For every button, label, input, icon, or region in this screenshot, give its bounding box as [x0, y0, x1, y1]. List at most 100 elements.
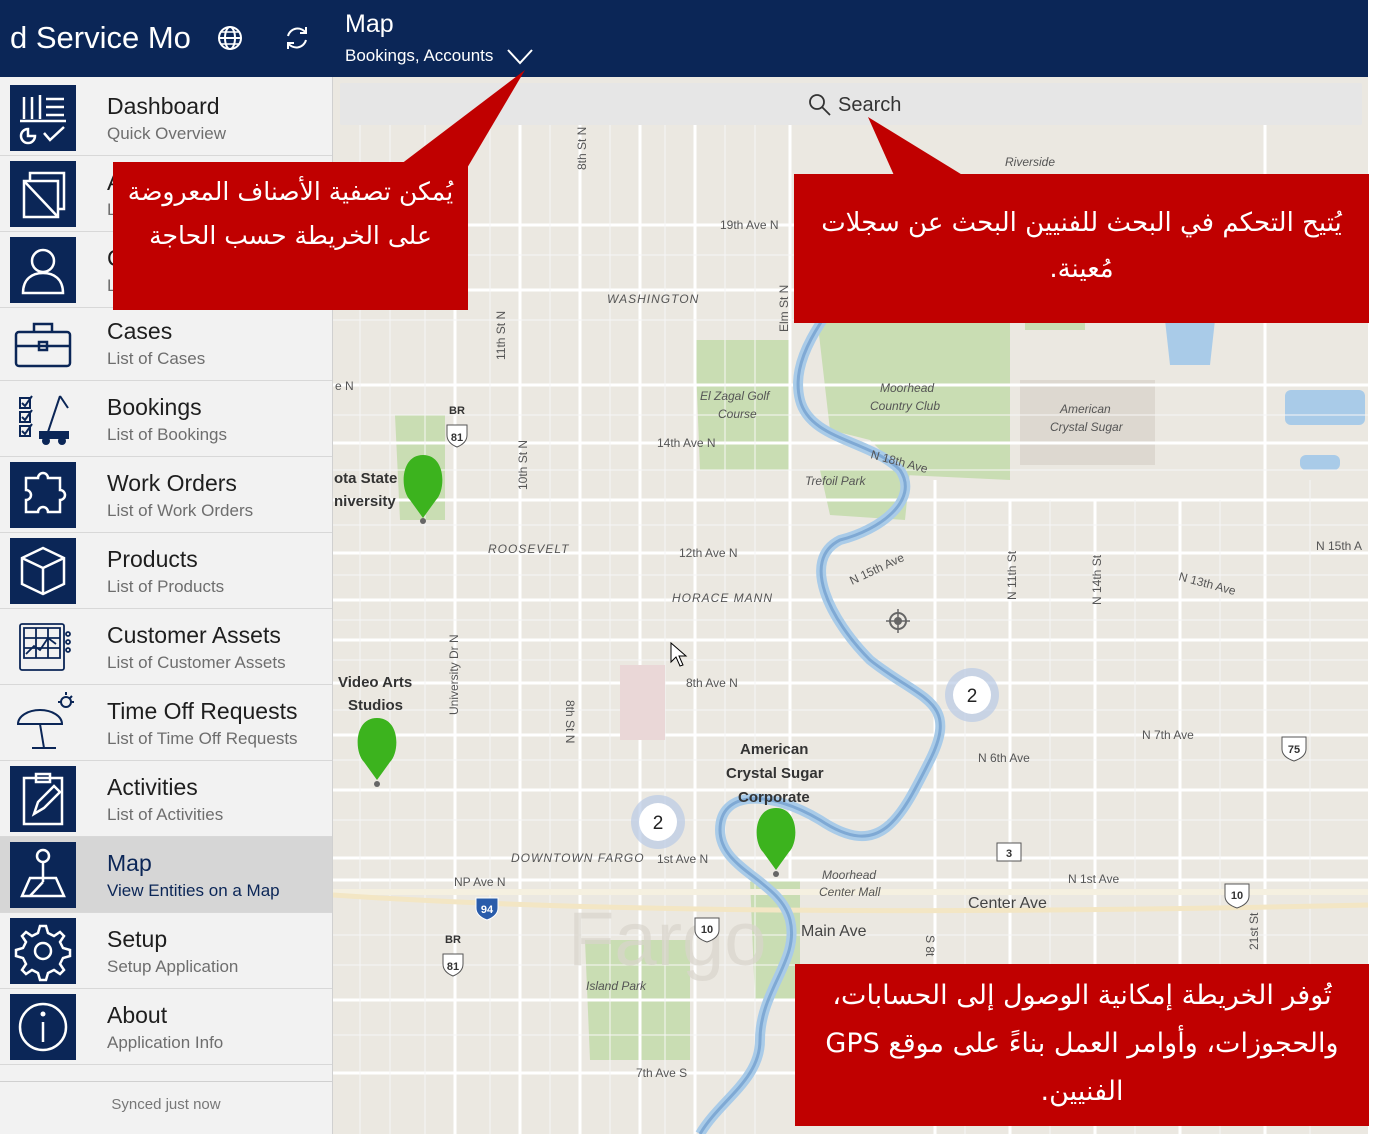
sidebar-item-subtitle: List of Products [107, 577, 225, 596]
sidebar-item-label: Time Off Requests [107, 698, 298, 724]
view-filter[interactable]: Bookings, Accounts [345, 46, 493, 66]
map-label: N 11th St [1005, 550, 1019, 600]
map-label: Moorhead [880, 381, 934, 395]
sidebar-item-label: Setup [107, 926, 168, 952]
map-label: 14th Ave N [657, 436, 716, 450]
map-label: 1st Ave N [657, 852, 708, 866]
map-label: Trefoil Park [805, 474, 866, 488]
refresh-icon[interactable] [281, 22, 313, 54]
map-label: El Zagal Golf [700, 389, 771, 403]
cluster-marker[interactable]: 2 [945, 668, 999, 722]
clipboard-icon [10, 766, 76, 832]
map-label: 11th St N [494, 311, 508, 360]
search-callout: يُتيح التحكم في البحث للفنيين البحث عن س… [794, 174, 1369, 323]
accounts-icon [10, 161, 76, 227]
svg-text:BR: BR [445, 934, 461, 946]
box-icon [10, 538, 76, 604]
svg-text:81: 81 [451, 432, 463, 444]
sidebar-item-activities[interactable]: Activities List of Activities [0, 761, 332, 837]
map-callout: تُوفر الخريطة إمكانية الوصول إلى الحسابا… [795, 964, 1369, 1126]
map-label: 8th Ave N [686, 676, 738, 690]
map-label: Moorhead [822, 868, 876, 882]
sidebar-item-label: Activities [107, 774, 198, 800]
map-label: Elm St N [777, 285, 791, 332]
svg-text:75: 75 [1288, 744, 1300, 756]
svg-text:BR: BR [449, 405, 465, 417]
sidebar-item-label: Bookings [107, 394, 202, 420]
sidebar-item-bookings[interactable]: Bookings List of Bookings [0, 381, 332, 457]
sidebar-item-subtitle: Application Info [107, 1033, 224, 1052]
sidebar-item-time-off-requests[interactable]: Time Off Requests List of Time Off Reques… [0, 685, 332, 761]
road-label: Main Ave [801, 923, 867, 940]
map-label: Crystal Sugar [1050, 420, 1124, 434]
map-label: 8th St N [575, 127, 589, 170]
bookings-icon [10, 386, 76, 452]
divider [0, 1081, 332, 1082]
map-label: N 1st Ave [1068, 872, 1119, 886]
map-label: 7th Ave S [636, 1066, 687, 1080]
umbrella-icon [10, 690, 76, 756]
sidebar-item-label: Customer Assets [107, 622, 281, 648]
map-label: DOWNTOWN FARGO [511, 851, 645, 865]
sidebar-item-map[interactable]: Map View Entities on a Map [0, 837, 332, 913]
cluster-marker[interactable]: 2 [631, 795, 685, 849]
sidebar-item-customer-assets[interactable]: Customer Assets List of Customer Assets [0, 609, 332, 685]
map-label: Riverside [1005, 155, 1055, 169]
sidebar-item-subtitle: List of Work Orders [107, 501, 254, 520]
sidebar-item-label: Cases [107, 318, 173, 344]
globe-icon[interactable] [214, 22, 246, 54]
map-label: 21st St [1247, 912, 1261, 950]
map-label: Country Club [870, 399, 940, 413]
road-label: Center Ave [968, 895, 1047, 912]
map-label: 19th Ave N [720, 218, 779, 232]
view-title: Map [345, 10, 394, 38]
search-icon[interactable] [808, 93, 832, 117]
info-icon [10, 994, 76, 1060]
route-shield-br81: BR 81 [446, 405, 468, 448]
poi-label: niversity [334, 493, 396, 510]
svg-text:10: 10 [701, 924, 713, 936]
poi-label: Video Arts [338, 674, 412, 691]
sidebar-item-label: Map [107, 850, 152, 876]
sidebar-item-about[interactable]: About Application Info [0, 989, 332, 1065]
app-title: d Service Mo [10, 20, 191, 55]
svg-text:10: 10 [1231, 890, 1243, 902]
sidebar-item-subtitle: List of Bookings [107, 425, 228, 444]
map-pin-icon [10, 842, 76, 908]
sidebar-item-subtitle: List of Time Off Requests [107, 729, 298, 748]
sidebar-item-subtitle: List of Cases [107, 349, 206, 368]
svg-text:94: 94 [481, 904, 494, 916]
sidebar-item-dashboard[interactable]: Dashboard Quick Overview [0, 80, 332, 156]
sidebar-item-products[interactable]: Products List of Products [0, 533, 332, 609]
building-block [620, 665, 665, 740]
sidebar-item-label: Products [107, 546, 198, 572]
poi-label: American [740, 741, 808, 758]
poi-label: Studios [348, 697, 403, 714]
route-shield-br81-south: BR 81 [442, 934, 464, 977]
map-label: N 7th Ave [1142, 728, 1194, 742]
sidebar-item-subtitle: List of Activities [107, 805, 224, 824]
map-label: Center Mall [819, 885, 881, 899]
map-label: University Dr N [447, 634, 461, 715]
map-label: 10th St N [516, 440, 530, 490]
chevron-down-icon[interactable] [505, 45, 535, 67]
map-label: NP Ave N [454, 875, 506, 889]
map-label: ROOSEVELT [488, 542, 570, 556]
city-watermark: Fargo [568, 897, 767, 982]
map-label: N 14th St [1090, 554, 1104, 605]
sidebar-item-label: Dashboard [107, 93, 220, 119]
contacts-icon [10, 237, 76, 303]
sync-status: Synced just now [111, 1096, 221, 1113]
search-label[interactable]: Search [838, 94, 901, 117]
poi-label: ota State [334, 470, 397, 487]
sidebar-item-cases[interactable]: Cases List of Cases [0, 305, 332, 381]
sidebar-item-setup[interactable]: Setup Setup Application [0, 913, 332, 989]
poi-label: Corporate [738, 789, 810, 806]
map-label: 12th Ave N [679, 546, 738, 560]
map-label: American [1059, 402, 1111, 416]
map-label: WASHINGTON [607, 292, 699, 306]
sidebar-item-work-orders[interactable]: Work Orders List of Work Orders [0, 457, 332, 533]
assets-icon [10, 614, 76, 680]
map-label: e N [335, 379, 354, 393]
map-label: 8th St N [563, 700, 577, 743]
